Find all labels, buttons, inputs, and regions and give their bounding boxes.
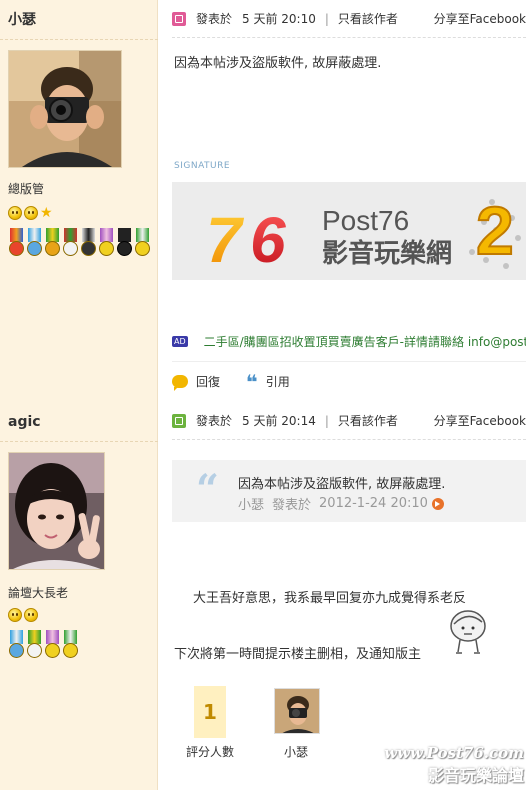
quote-button[interactable]: 引用	[266, 373, 290, 390]
medal-icon[interactable]	[8, 630, 25, 662]
posted-label: 發表於	[196, 414, 233, 428]
post-content-column: 發表於 5 天前 20:10 | 只看該作者 分享至Facebook 因為本帖涉…	[158, 0, 526, 790]
online-status-icon	[172, 11, 186, 26]
reply-body-line-1: 大王吾好意思，我系最早回复亦九成覺得系老反	[193, 591, 467, 606]
author-name[interactable]: 小瑟	[0, 0, 158, 40]
medal-icon[interactable]	[8, 228, 25, 260]
separator: |	[324, 11, 329, 26]
quoted-posted-label: 發表於	[272, 498, 312, 513]
medal-icon[interactable]	[80, 228, 97, 260]
reply-button[interactable]: 回復	[196, 373, 220, 390]
rater-avatar[interactable]	[274, 688, 320, 734]
smiley-icon	[8, 206, 22, 220]
quoted-text: 因為本帖涉及盜版軟件, 故屏蔽處理.	[238, 477, 446, 492]
watermark-name: 影音玩樂論壇	[427, 766, 524, 785]
svg-text:7: 7	[206, 204, 245, 276]
author-name[interactable]: agic	[0, 402, 158, 442]
medal-icon[interactable]	[98, 228, 115, 260]
watermark-url: www.Post76.com	[384, 744, 524, 762]
smiley-icon	[8, 608, 22, 622]
author-panel-1: 小瑟 總版管 ★	[0, 0, 158, 400]
ad-badge: AD	[172, 336, 188, 347]
svg-text:6: 6	[250, 204, 286, 276]
level-icons: ★	[8, 206, 54, 220]
online-status-icon	[172, 413, 186, 428]
smiley-icon	[24, 206, 38, 220]
only-author-link[interactable]: 只看該作者	[338, 412, 398, 429]
avatar[interactable]	[8, 452, 105, 570]
quoted-date: 2012-1-24 20:10	[319, 496, 428, 511]
medal-icon[interactable]	[26, 228, 43, 260]
quote-meta: 小瑟 發表於 2012-1-24 20:10	[238, 494, 444, 513]
svg-text:2: 2	[476, 193, 514, 269]
share-facebook-link[interactable]: 分享至Facebook	[434, 412, 526, 429]
post-header: 發表於 5 天前 20:10 | 只看該作者 分享至Facebook	[172, 0, 526, 38]
svg-text:影音玩樂網: 影音玩樂網	[322, 238, 452, 269]
banner-logo-text: Post76	[322, 205, 409, 236]
smiley-icon	[24, 608, 38, 622]
reply-icon	[172, 375, 188, 391]
avatar[interactable]	[8, 50, 122, 168]
post-time: 5 天前 20:14	[242, 414, 316, 428]
rank-title: 總版管	[8, 182, 45, 196]
author-sidebar: 小瑟 總版管 ★ agic 論壇大長老	[0, 0, 158, 790]
medal-list	[8, 228, 153, 260]
medal-icon[interactable]	[116, 228, 133, 260]
ad-link[interactable]: 二手區/購團區招收置頂買賣廣告客戶-詳情請聯絡 info@post76.com	[204, 333, 526, 350]
only-author-link[interactable]: 只看該作者	[338, 10, 398, 27]
medal-icon[interactable]	[62, 228, 79, 260]
ad-line: AD 二手區/購團區招收置頂買賣廣告客戶-詳情請聯絡 info@post76.c…	[172, 333, 526, 350]
medal-icon[interactable]	[134, 228, 151, 260]
medal-icon[interactable]	[26, 630, 43, 662]
medal-icon[interactable]	[44, 630, 61, 662]
share-facebook-link[interactable]: 分享至Facebook	[434, 10, 526, 27]
post-header: 發表於 5 天前 20:14 | 只看該作者 分享至Facebook	[172, 402, 526, 440]
star-icon: ★	[40, 205, 53, 221]
author-panel-2: agic 論壇大長老	[0, 402, 158, 790]
quote-block: “ 因為本帖涉及盜版軟件, 故屏蔽處理. 小瑟 發表於 2012-1-24 20…	[172, 460, 526, 522]
posted-label: 發表於	[196, 12, 233, 26]
post-actions: 回復 ❝ 引用	[172, 361, 526, 401]
emoticon-icon	[450, 610, 486, 654]
signature-label: SIGNATURE	[174, 161, 231, 171]
go-to-post-icon[interactable]	[431, 497, 444, 510]
medal-icon[interactable]	[62, 630, 79, 662]
medal-icon[interactable]	[44, 228, 61, 260]
signature-banner[interactable]: 7 6 Post76 影音玩樂網 2	[172, 182, 526, 280]
quote-mark-icon: “	[196, 466, 220, 513]
separator: |	[324, 413, 329, 428]
medal-list	[8, 630, 153, 662]
rater-name[interactable]: 小瑟	[284, 743, 308, 760]
rating-count[interactable]: 1	[194, 686, 226, 738]
rating-label: 評分人數	[186, 745, 235, 759]
post-message: 因為本帖涉及盜版軟件, 故屏蔽處理.	[174, 56, 382, 71]
quote-icon: ❝	[246, 369, 258, 394]
level-icons	[8, 608, 38, 622]
quoted-author: 小瑟	[238, 498, 265, 513]
rank-title: 論壇大長老	[8, 586, 69, 600]
site-watermark: www.Post76.com 影音玩樂論壇	[368, 744, 524, 786]
post-time: 5 天前 20:10	[242, 12, 316, 26]
reply-body-line-2: 下次將第一時間提示楼主删相，及通知版主	[174, 647, 422, 662]
